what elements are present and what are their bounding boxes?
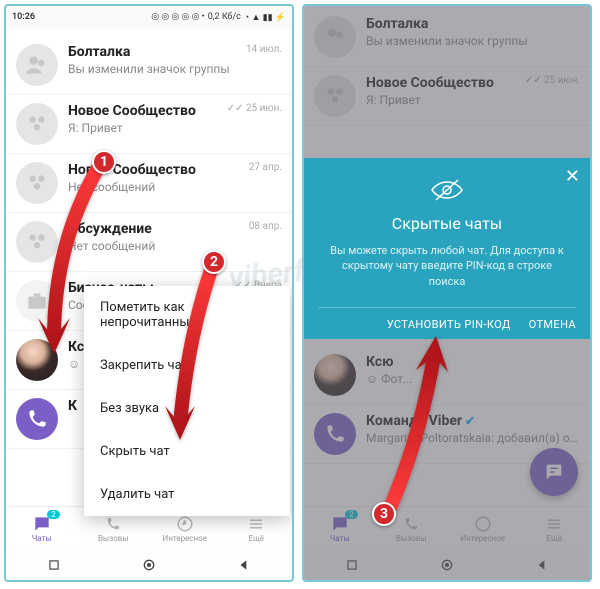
group-icon [16, 221, 58, 263]
nav-label: Интересное [163, 534, 207, 543]
menu-pin-chat[interactable]: Закрепить чат [84, 344, 290, 387]
phone-right: Болталка Вы изменили значок группы Новое… [302, 4, 592, 582]
context-menu: Пометить как непрочитанный Закрепить чат… [84, 286, 290, 516]
chat-item-discussion[interactable]: Обсуждение Нет сообщений 08 апр. [6, 213, 292, 272]
chat-date: ✓✓ 25 июн. [227, 103, 282, 114]
chat-title: Болталка [68, 44, 240, 60]
nav-explore[interactable]: Интересное [149, 514, 221, 543]
phone-left: 10:26 ◎ ◎ ◎ ◎ ◎ • 0,2 Кб/с ◔ ▲ ▮▮ ⚡ Болт… [4, 4, 294, 582]
chat-item-community-1[interactable]: Новое Сообщество Я: Привет ✓✓ 25 июн. [6, 95, 292, 154]
nav-calls[interactable]: Вызовы [78, 514, 150, 543]
chat-title: Обсуждение [68, 221, 243, 237]
callout-3: 3 [372, 502, 396, 526]
dialog-title: Скрытые чаты [318, 214, 576, 233]
chat-date: 14 июл. [246, 44, 282, 55]
hidden-chats-dialog: ✕ Скрытые чаты Вы можете скрыть любой ча… [304, 158, 590, 339]
nav-label: Чаты [32, 534, 52, 543]
menu-icon [246, 514, 266, 534]
group-icon [16, 103, 58, 145]
set-pin-button[interactable]: УСТАНОВИТЬ PIN-КОД [387, 318, 511, 331]
menu-mute[interactable]: Без звука [84, 387, 290, 430]
menu-delete-chat[interactable]: Удалить чат [84, 473, 290, 516]
chat-bubble-icon [32, 514, 52, 534]
menu-hide-chat[interactable]: Скрыть чат [84, 430, 290, 473]
android-nav-bar [6, 550, 292, 580]
status-time: 10:26 [12, 12, 35, 22]
viber-icon [16, 398, 58, 440]
compass-icon [175, 514, 195, 534]
chat-date: 08 апр. [249, 221, 282, 232]
chat-item-community-2[interactable]: Новое Сообщество Нет сообщений 27 апр. [6, 154, 292, 213]
phone-icon [103, 514, 123, 534]
cancel-button[interactable]: ОТМЕНА [529, 318, 576, 331]
menu-mark-unread[interactable]: Пометить как непрочитанный [84, 286, 290, 344]
dialog-body: Вы можете скрыть любой чат. Для доступа … [318, 243, 576, 289]
chat-subtitle: Вы изменили значок группы [68, 62, 240, 76]
avatar-icon [16, 44, 58, 86]
nav-more[interactable]: Ещё [221, 514, 293, 543]
chat-subtitle: Я: Привет [68, 121, 221, 135]
recent-apps-button[interactable] [45, 556, 63, 574]
status-icons: ◎ ◎ ◎ ◎ ◎ • 0,2 Кб/с ◔ ▲ ▮▮ ⚡ [151, 12, 286, 23]
close-icon[interactable]: ✕ [565, 166, 580, 187]
home-button[interactable] [140, 556, 158, 574]
chat-subtitle: Нет сообщений [68, 180, 243, 194]
briefcase-icon [16, 280, 58, 322]
nav-label: Ещё [249, 534, 264, 543]
nav-chats[interactable]: Чаты [6, 514, 78, 543]
back-button[interactable] [235, 556, 253, 574]
callout-2: 2 [202, 250, 226, 274]
callout-1: 1 [92, 150, 116, 174]
chat-title: Новое Сообщество [68, 103, 221, 119]
eye-off-icon [318, 178, 576, 206]
status-bar: 10:26 ◎ ◎ ◎ ◎ ◎ • 0,2 Кб/с ◔ ▲ ▮▮ ⚡ [6, 6, 292, 28]
chat-date: 27 апр. [249, 162, 282, 173]
group-icon [16, 162, 58, 204]
chat-item-boltalka[interactable]: Болталка Вы изменили значок группы 14 ию… [6, 36, 292, 95]
nav-label: Вызовы [98, 534, 129, 543]
avatar-photo [16, 339, 58, 381]
